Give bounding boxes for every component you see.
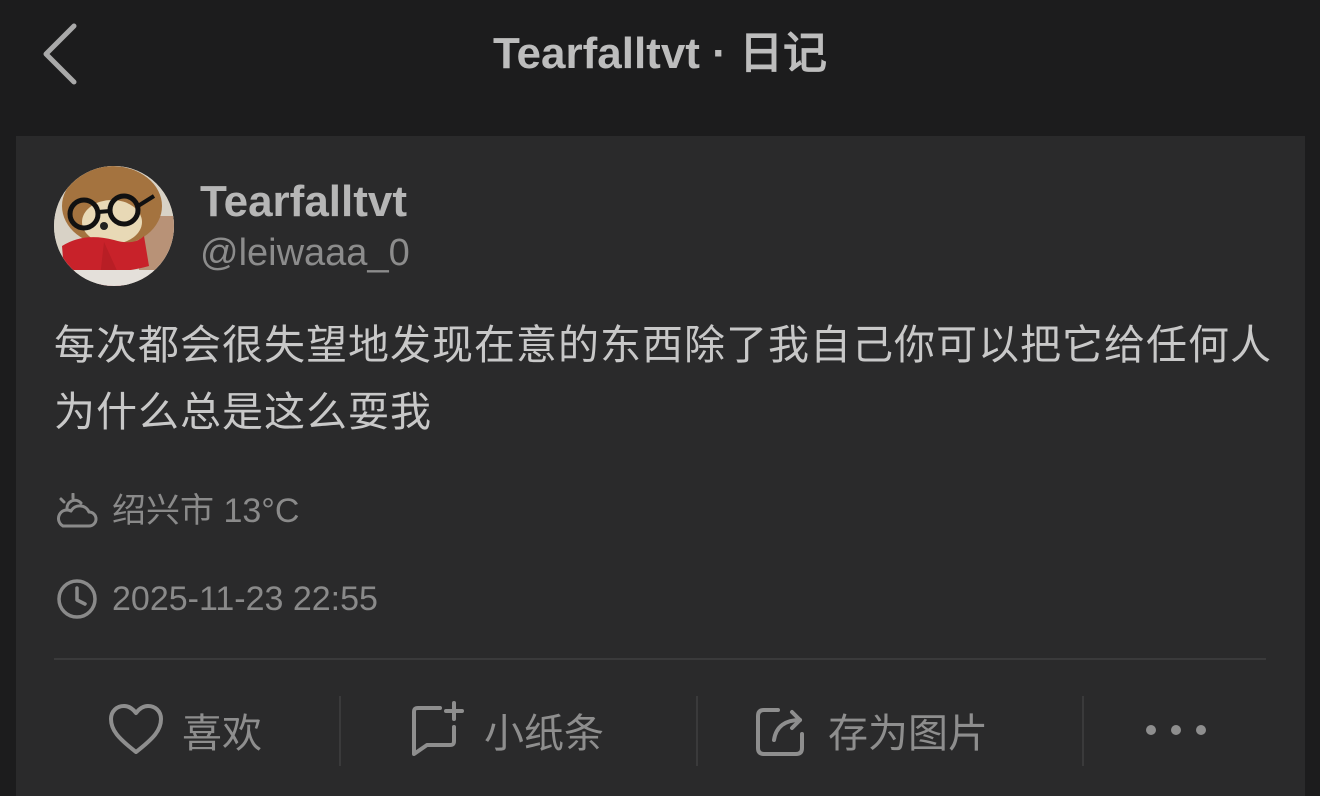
author-handle: @leiwaaa_0 <box>200 232 410 274</box>
save-image-button[interactable]: 存为图片 <box>752 692 988 768</box>
action-separator <box>1082 696 1084 766</box>
timestamp-row: 2025-11-23 22:55 <box>54 576 378 622</box>
note-label: 小纸条 <box>484 712 604 756</box>
weather-row: 绍兴市 13°C <box>54 488 299 534</box>
like-label: 喜欢 <box>182 712 262 756</box>
clock-icon <box>54 576 100 622</box>
save-image-label: 存为图片 <box>828 712 988 756</box>
post-content: 每次都会很失望地发现在意的东西除了我自己你可以把它给任何人 为什么总是这么耍我 <box>54 322 1272 435</box>
cloud-sun-icon <box>54 488 100 534</box>
divider <box>54 658 1266 660</box>
author-name[interactable]: Tearfalltvt <box>200 174 407 230</box>
heart-icon <box>106 700 166 760</box>
note-button[interactable]: 小纸条 <box>408 692 604 768</box>
diary-post-card: Tearfalltvt @leiwaaa_0 每次都会很失望地发现在意的东西除了… <box>16 136 1305 796</box>
timestamp-text: 2025-11-23 22:55 <box>112 580 378 618</box>
note-add-icon <box>408 700 468 760</box>
action-bar: 喜欢 小纸条 存为图片 <box>16 692 1305 768</box>
more-dots-icon <box>1136 700 1216 760</box>
action-separator <box>696 696 698 766</box>
top-nav-bar: Tearfalltvt · 日记 <box>0 0 1320 118</box>
avatar-image <box>54 166 174 286</box>
weather-text: 绍兴市 13°C <box>112 492 300 530</box>
avatar[interactable] <box>54 166 174 286</box>
page-title: Tearfalltvt · 日记 <box>492 29 828 78</box>
like-button[interactable]: 喜欢 <box>106 692 262 768</box>
more-button[interactable] <box>1136 692 1232 768</box>
action-separator <box>339 696 341 766</box>
share-export-icon <box>752 700 812 760</box>
